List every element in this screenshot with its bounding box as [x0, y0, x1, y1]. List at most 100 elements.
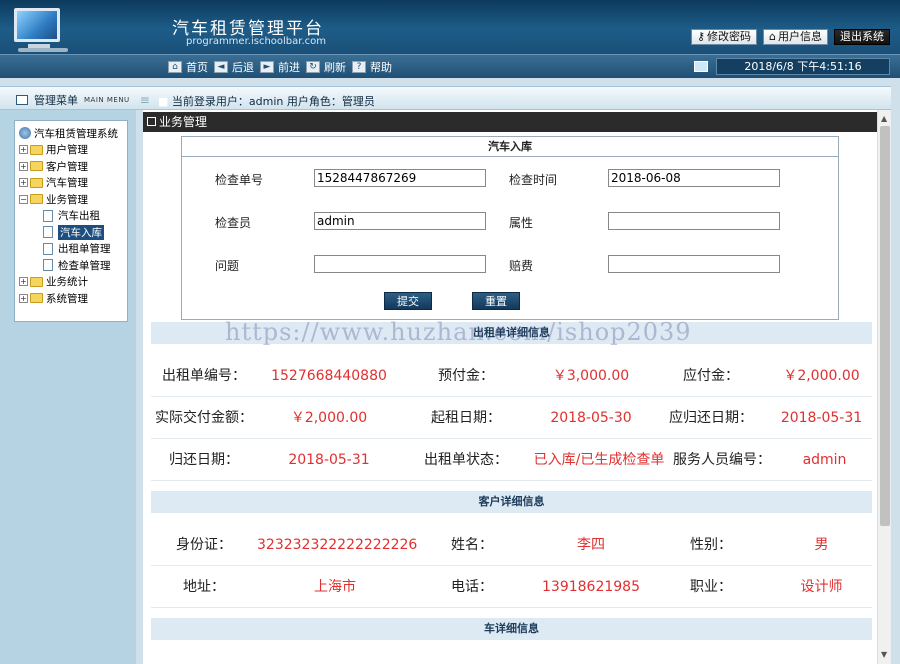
- detail-row: 地址： 上海市 电话： 13918621985 职业： 设计师: [151, 566, 872, 608]
- detail-label: 预付金：: [438, 368, 494, 384]
- document-icon: [43, 259, 53, 272]
- detail-value: 2018-05-31: [780, 410, 863, 426]
- right-border: [891, 86, 900, 664]
- folder-icon: [30, 144, 43, 155]
- tree-item-user-management[interactable]: + 用户管理: [19, 142, 123, 159]
- reset-button[interactable]: 重置: [472, 292, 520, 310]
- open-folder-icon: [30, 194, 43, 205]
- detail-label: 应归还日期：: [669, 410, 753, 426]
- detail-label: 职业：: [690, 579, 732, 595]
- detail-label: 服务人员编号：: [673, 452, 771, 468]
- problem-input[interactable]: [314, 255, 486, 273]
- detail-label: 身份证：: [176, 537, 232, 553]
- menu-tree: 汽车租赁管理系统 + 用户管理 + 客户管理 + 汽车管理 − 业务管理 汽车出…: [14, 120, 128, 322]
- tree-root[interactable]: 汽车租赁管理系统: [19, 125, 123, 142]
- detail-value: 男: [814, 537, 829, 553]
- detail-label: 归还日期：: [169, 452, 239, 468]
- tree-item-rental-order-management[interactable]: 出租单管理: [19, 241, 123, 258]
- detail-label: 电话：: [451, 579, 493, 595]
- monitor-logo-icon: [10, 6, 72, 52]
- detail-value: 李四: [577, 537, 605, 553]
- folder-icon: [30, 177, 43, 188]
- nav-help[interactable]: ? 帮助: [352, 59, 392, 75]
- detail-row: 实际交付金额： ￥2,000.00 起租日期： 2018-05-30 应归还日期…: [151, 397, 872, 439]
- detail-value: 13918621985: [542, 579, 640, 595]
- detail-value: ￥2,000.00: [290, 410, 368, 426]
- logout-button[interactable]: 退出系统: [834, 29, 890, 45]
- submit-button[interactable]: 提交: [384, 292, 432, 310]
- expand-icon[interactable]: +: [19, 161, 28, 171]
- compensation-label: 赔费: [509, 259, 534, 273]
- app-header: 汽车租赁管理平台 programmer.ischoolbar.com ⚷ 修改密…: [0, 0, 900, 54]
- problem-label: 问题: [215, 259, 240, 273]
- detail-label: 出租单编号：: [162, 368, 246, 384]
- collapse-icon[interactable]: −: [19, 194, 28, 204]
- user-info-button[interactable]: ⌂ 用户信息: [763, 29, 828, 45]
- check-no-input[interactable]: 1528447867269: [314, 169, 486, 187]
- nav-bar: ⌂ 首页 ◄ 后退 ► 前进 ↻ 刷新 ? 帮助: [168, 59, 394, 75]
- car-section-title: 车详细信息: [151, 618, 872, 640]
- tree-item-check-order-management[interactable]: 检查单管理: [19, 257, 123, 274]
- customer-section-title: 客户详细信息: [151, 491, 872, 513]
- tree-item-system-management[interactable]: + 系统管理: [19, 290, 123, 307]
- checkin-form: 汽车入库 检查单号 1528447867269 检查时间 2018-06-08 …: [181, 136, 839, 320]
- tree-item-car-rental[interactable]: 汽车出租: [19, 208, 123, 225]
- tree-item-customer-management[interactable]: + 客户管理: [19, 158, 123, 175]
- header-actions: ⚷ 修改密码 ⌂ 用户信息 退出系统: [690, 29, 890, 45]
- expand-icon[interactable]: +: [19, 293, 28, 303]
- detail-label: 出租单状态：: [424, 452, 508, 468]
- folder-icon: [30, 276, 43, 287]
- detail-value: 2018-05-30: [550, 410, 632, 426]
- check-time-input[interactable]: 2018-06-08: [608, 169, 780, 187]
- inspector-input[interactable]: admin: [314, 212, 486, 230]
- menu-toggle-icon[interactable]: ≡: [140, 93, 150, 107]
- watermark-text: https://www.huzhan.com/ishop2039: [225, 318, 692, 346]
- page-title: 业务管理: [143, 112, 877, 132]
- expand-icon[interactable]: +: [19, 178, 28, 188]
- document-icon: [43, 242, 53, 255]
- nav-refresh[interactable]: ↻ 刷新: [306, 59, 346, 75]
- tree-item-business-statistics[interactable]: + 业务统计: [19, 274, 123, 291]
- scroll-up-arrow-icon[interactable]: ▲: [881, 114, 887, 123]
- change-password-button[interactable]: ⚷ 修改密码: [690, 29, 758, 45]
- detail-value: 设计师: [800, 579, 843, 595]
- scroll-thumb[interactable]: [880, 126, 890, 526]
- forward-arrow-icon: ►: [260, 61, 274, 73]
- nav-forward[interactable]: ► 前进: [260, 59, 300, 75]
- attribute-input[interactable]: [608, 212, 780, 230]
- detail-row: 归还日期： 2018-05-31 出租单状态： 已入库/已生成检查单 服务人员编…: [151, 439, 872, 481]
- user-icon: ⌂: [769, 30, 776, 43]
- compensation-input[interactable]: [608, 255, 780, 273]
- vertical-scrollbar[interactable]: ▲ ▼: [877, 110, 891, 664]
- detail-value: 上海市: [314, 579, 356, 595]
- menu-panel-icon: [16, 95, 28, 105]
- back-arrow-icon: ◄: [214, 61, 228, 73]
- tree-item-business-management[interactable]: − 业务管理: [19, 191, 123, 208]
- nav-back[interactable]: ◄ 后退: [214, 59, 254, 75]
- current-user-info: ■ 当前登录用户：admin 用户角色：管理员: [158, 95, 375, 108]
- toolbar: ⌂ 首页 ◄ 后退 ► 前进 ↻ 刷新 ? 帮助 2018/6/8 下午4:51…: [0, 54, 900, 78]
- expand-icon[interactable]: +: [19, 277, 28, 287]
- folder-icon: [30, 161, 43, 172]
- detail-value: 2018-05-31: [288, 452, 370, 468]
- detail-label: 应付金：: [683, 368, 739, 384]
- tree-item-car-management[interactable]: + 汽车管理: [19, 175, 123, 192]
- detail-label: 性别：: [690, 537, 732, 553]
- scroll-down-arrow-icon[interactable]: ▼: [881, 650, 887, 659]
- expand-icon[interactable]: +: [19, 145, 28, 155]
- attribute-label: 属性: [509, 216, 534, 230]
- home-icon: ⌂: [168, 61, 182, 73]
- detail-value: ￥3,000.00: [552, 368, 630, 384]
- document-icon: [43, 226, 53, 239]
- main-content: 业务管理 汽车入库 检查单号 1528447867269 检查时间 2018-0…: [143, 110, 891, 664]
- detail-row: 出租单编号： 1527668440880 预付金： ￥3,000.00 应付金：…: [151, 355, 872, 397]
- detail-label: 地址：: [183, 579, 225, 595]
- tree-item-car-checkin[interactable]: 汽车入库: [19, 224, 123, 241]
- detail-value: 已入库/已生成检查单: [533, 452, 665, 468]
- sub-bar: 管理菜单 MAIN MENU ≡ ■ 当前登录用户：admin 用户角色：管理员: [0, 86, 900, 110]
- nav-home[interactable]: ⌂ 首页: [168, 59, 208, 75]
- menu-header: 管理菜单 MAIN MENU ≡: [16, 92, 150, 108]
- datetime-display: 2018/6/8 下午4:51:16: [716, 58, 890, 75]
- check-time-label: 检查时间: [509, 173, 558, 187]
- bullet-icon: ■: [158, 95, 169, 108]
